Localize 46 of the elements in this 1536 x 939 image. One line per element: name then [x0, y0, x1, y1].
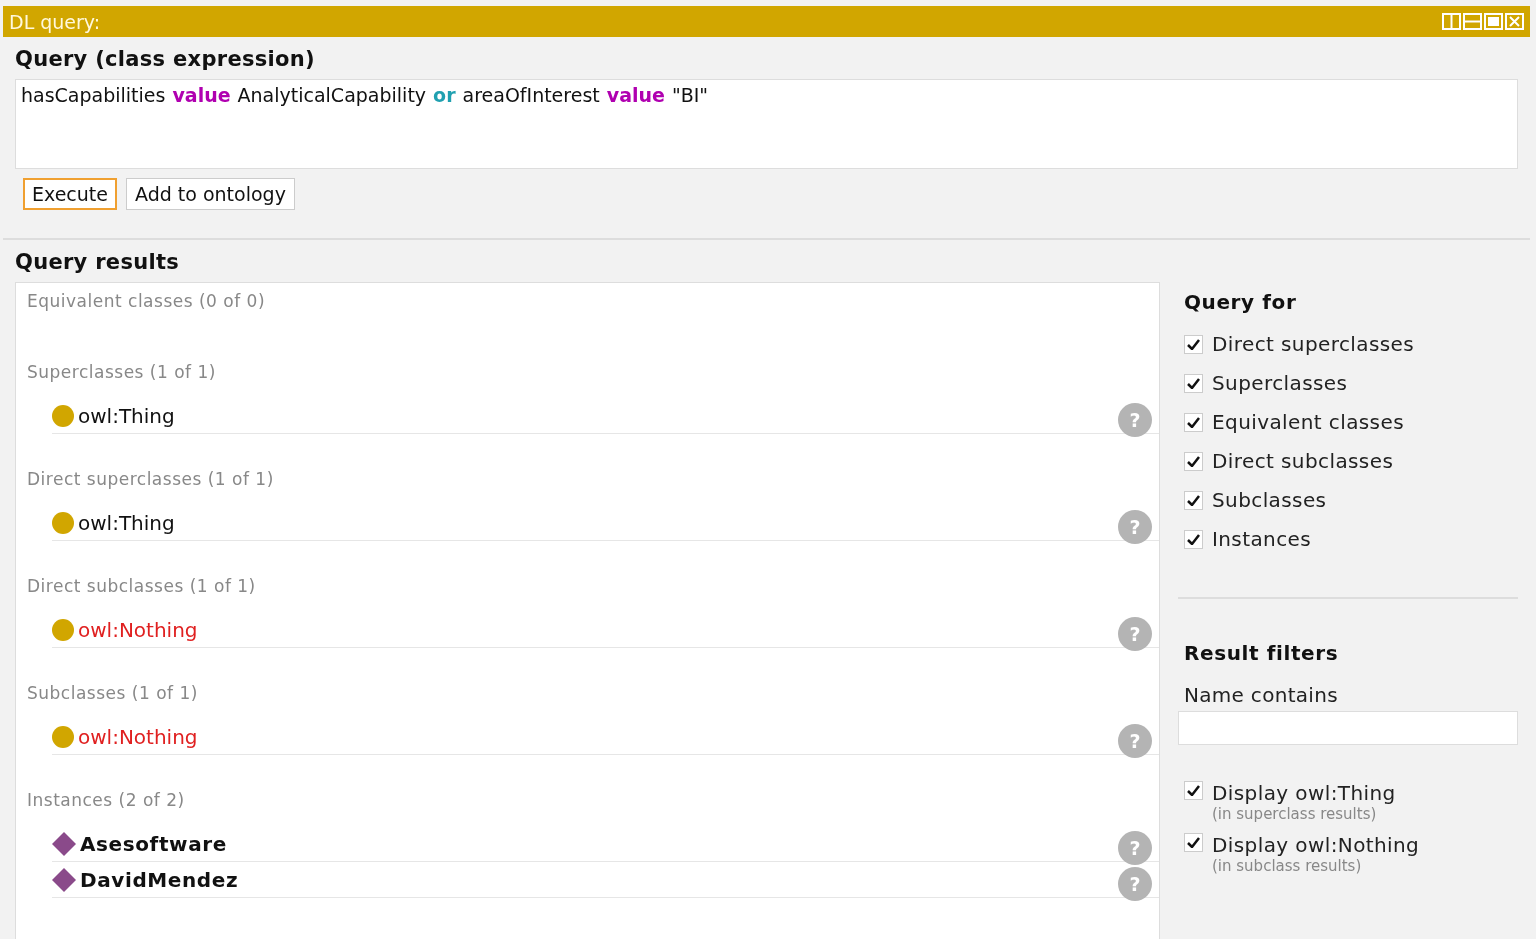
result-entry[interactable]: Asesoftware: [80, 831, 1114, 856]
panel-heading: Result filters: [1184, 641, 1340, 665]
option-note: (in superclass results): [1212, 805, 1378, 823]
result-entry[interactable]: DavidMendez: [80, 867, 1114, 892]
option-label: Direct superclasses: [1212, 332, 1415, 356]
checkbox[interactable]: [1184, 529, 1203, 549]
class-circle-icon: [52, 725, 74, 748]
checkbox[interactable]: [1184, 490, 1203, 510]
option-note: (in subclass results): [1212, 857, 1363, 875]
checkbox[interactable]: [1184, 334, 1203, 354]
result-entry[interactable]: owl:Nothing: [78, 617, 1114, 642]
option-label: Direct subclasses: [1212, 449, 1394, 473]
option-label: Instances: [1212, 527, 1312, 551]
name-filter-field[interactable]: [1178, 711, 1518, 745]
query-button[interactable]: Execute: [23, 178, 117, 210]
query-editor[interactable]: hasCapabilities value AnalyticalCapability or areaOfInterest value "BI": [15, 79, 1518, 169]
individual-diamond-icon: [52, 867, 76, 892]
option-label: Subclasses: [1212, 488, 1327, 512]
checkbox[interactable]: [1184, 781, 1203, 800]
result-group-label: Subclasses (1 of 1): [27, 683, 199, 705]
result-group-label: Direct superclasses (1 of 1): [27, 469, 275, 491]
checkbox[interactable]: [1184, 373, 1203, 393]
section-heading: Query results: [15, 250, 181, 274]
section-heading: Query (class expression): [15, 47, 316, 71]
class-circle-icon: [52, 618, 74, 641]
checkbox[interactable]: [1184, 451, 1203, 471]
result-group-label: Superclasses (1 of 1): [27, 362, 217, 384]
option-label: Superclasses: [1212, 371, 1348, 395]
query-button[interactable]: Add to ontology: [126, 178, 295, 210]
window-title: DL query:: [9, 10, 101, 33]
field-label: Name contains: [1184, 683, 1339, 707]
result-group-label: Equivalent classes (0 of 0): [27, 291, 267, 313]
result-entry[interactable]: owl:Nothing: [78, 724, 1114, 749]
class-circle-icon: [52, 404, 74, 427]
option-label: Equivalent classes: [1212, 410, 1404, 434]
result-group-label: Direct subclasses (1 of 1): [27, 576, 257, 598]
checkbox[interactable]: [1184, 833, 1203, 852]
individual-diamond-icon: [52, 831, 76, 856]
checkbox[interactable]: [1184, 412, 1203, 432]
class-circle-icon: [52, 511, 74, 534]
result-group-label: Instances (2 of 2): [27, 790, 186, 812]
result-entry[interactable]: owl:Thing: [78, 403, 1114, 428]
result-entry[interactable]: owl:Thing: [78, 510, 1114, 535]
option-label: Display owl:Nothing: [1212, 833, 1420, 857]
option-label: Display owl:Thing: [1212, 781, 1396, 805]
panel-heading: Query for: [1184, 290, 1298, 314]
